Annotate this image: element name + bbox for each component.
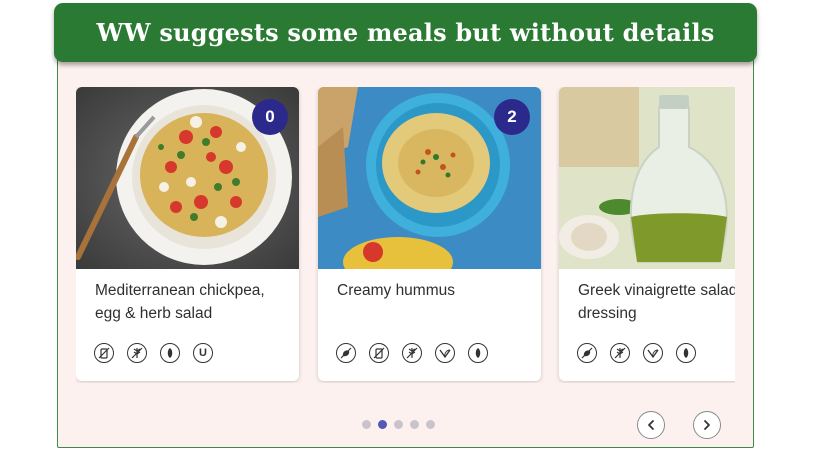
no-nuts-icon: [160, 343, 180, 363]
meal-image: 0: [76, 87, 299, 269]
chevron-left-icon: [648, 420, 654, 430]
pagination-dot-active[interactable]: [378, 420, 387, 429]
meal-title[interactable]: Mediterranean chickpea, egg & herb salad: [95, 279, 290, 325]
no-nuts-icon: [676, 343, 696, 363]
pagination-dot[interactable]: [410, 420, 419, 429]
no-meat-icon: [577, 343, 597, 363]
pagination-dot[interactable]: [362, 420, 371, 429]
vegan-icon: [435, 343, 455, 363]
diet-icons: [336, 343, 488, 363]
meal-title-line: egg & herb salad: [95, 305, 213, 322]
u-icon-letter: U: [199, 347, 207, 359]
diet-icons: U: [94, 343, 213, 363]
meal-card[interactable]: 0 Mediterranean chickpea, egg & herb sal…: [76, 87, 299, 381]
previous-button[interactable]: [637, 411, 665, 439]
u-icon: U: [193, 343, 213, 363]
chevron-right-icon: [704, 420, 710, 430]
meal-card[interactable]: Greek vinaigrette salad dressing: [559, 87, 735, 381]
no-gluten-icon: [127, 343, 147, 363]
points-badge: 0: [252, 99, 288, 135]
meal-title-line: dressing: [578, 305, 637, 322]
meal-title-line: Mediterranean chickpea,: [95, 282, 265, 299]
caption-text: WW suggests some meals but without detai…: [96, 18, 715, 47]
meal-image: 2: [318, 87, 541, 269]
no-gluten-icon: [610, 343, 630, 363]
pagination-dot[interactable]: [394, 420, 403, 429]
diet-icons: [577, 343, 696, 363]
next-button[interactable]: [693, 411, 721, 439]
pagination-dot[interactable]: [426, 420, 435, 429]
meal-image: [559, 87, 735, 269]
meal-title-line: Creamy hummus: [337, 282, 455, 299]
meal-title-line: Greek vinaigrette salad: [578, 282, 735, 299]
no-nuts-icon: [468, 343, 488, 363]
no-dairy-icon: [94, 343, 114, 363]
no-meat-icon: [336, 343, 356, 363]
no-gluten-icon: [402, 343, 422, 363]
meal-card[interactable]: 2 Creamy hummus: [318, 87, 541, 381]
caption-banner: WW suggests some meals but without detai…: [54, 3, 757, 62]
meal-carousel: 0 Mediterranean chickpea, egg & herb sal…: [76, 87, 735, 383]
points-badge: 2: [494, 99, 530, 135]
vegan-icon: [643, 343, 663, 363]
carousel-pagination: [362, 420, 435, 429]
meal-title[interactable]: Greek vinaigrette salad dressing: [578, 279, 735, 325]
meal-title[interactable]: Creamy hummus: [337, 279, 532, 302]
no-dairy-icon: [369, 343, 389, 363]
